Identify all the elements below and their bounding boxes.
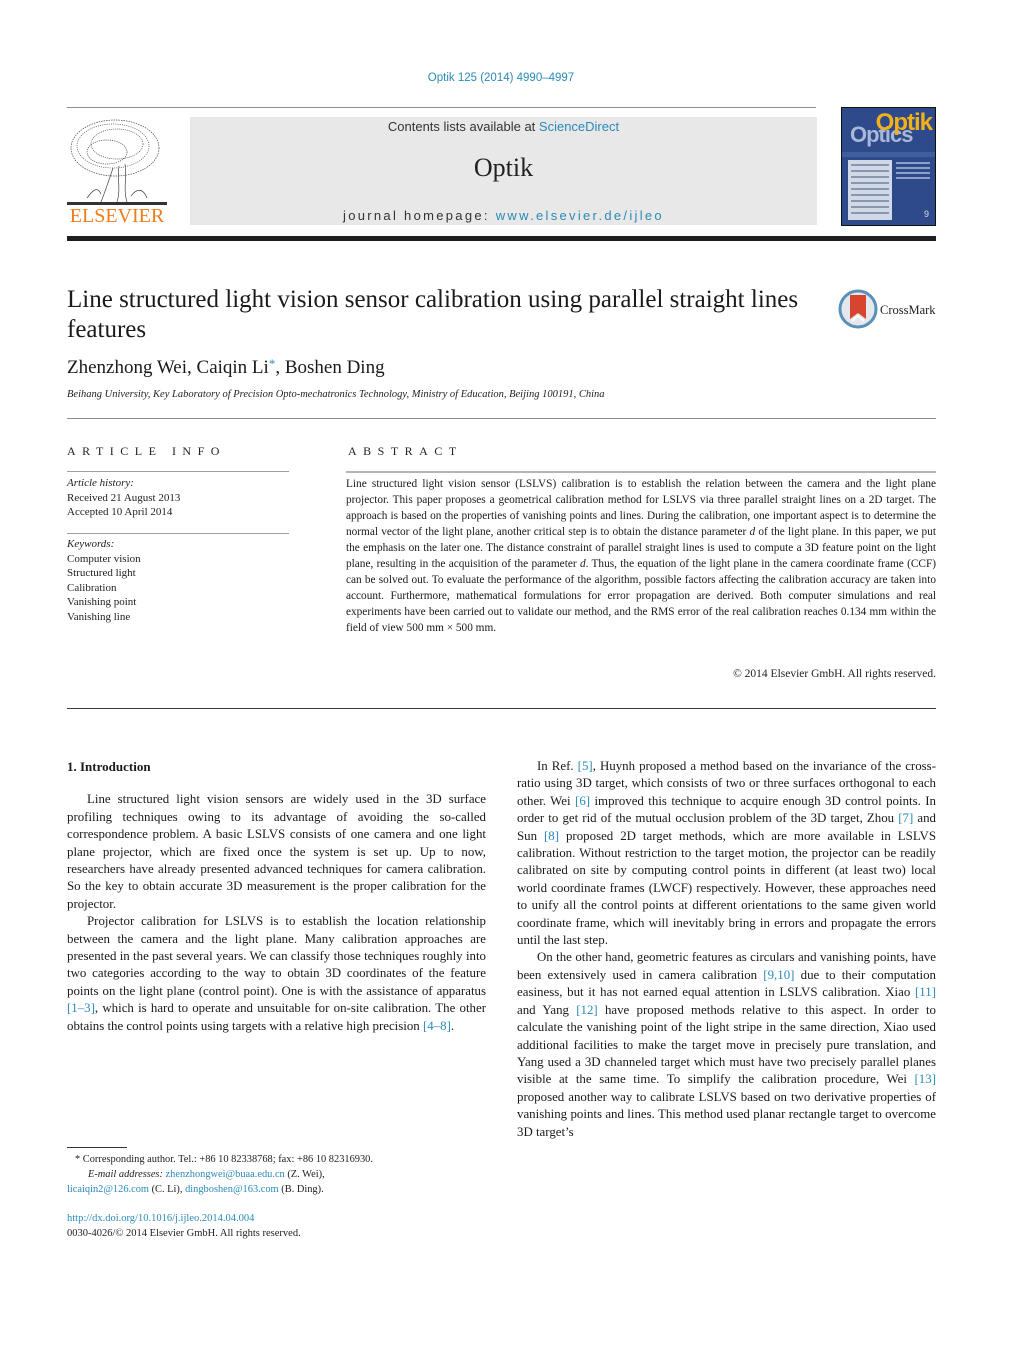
reference-link[interactable]: [1–3] (67, 1001, 95, 1015)
cover-issue: 9 (923, 209, 929, 219)
reference-link[interactable]: [7] (898, 811, 913, 825)
email-line: licaiqin2@126.com (C. Li), dingboshen@16… (67, 1182, 497, 1197)
text-run: Projector calibration for LSLVS is to es… (67, 914, 486, 998)
crossmark-badge[interactable]: CrossMark (838, 289, 943, 331)
cover-band (842, 152, 935, 157)
body-column-left: 1. Introduction Line structured light vi… (67, 758, 486, 1035)
email-link[interactable]: zhenzhongwei@buaa.edu.cn (166, 1169, 285, 1180)
history-label: Article history: (67, 477, 134, 489)
journal-header: Contents lists available at ScienceDirec… (190, 117, 817, 225)
contents-prefix: Contents lists available at (387, 119, 539, 134)
homepage-prefix: journal homepage: (343, 208, 496, 223)
abstract-copyright: © 2014 Elsevier GmbH. All rights reserve… (733, 668, 936, 680)
text-run: . (450, 1018, 455, 1033)
body-column-right: In Ref. [5], Huynh proposed a method bas… (517, 758, 936, 1141)
keyword: Vanishing point (67, 596, 137, 608)
elsevier-wordmark: ELSEVIER (69, 205, 165, 227)
homepage-line: journal homepage: www.elsevier.de/ijleo (190, 208, 817, 223)
reference-link[interactable]: [13] (915, 1072, 936, 1086)
reference-link[interactable]: [8] (544, 829, 559, 843)
reference-link[interactable]: [9,10] (763, 968, 794, 982)
body-paragraph: On the other hand, geometric features as… (517, 949, 936, 1140)
elsevier-tree-icon (67, 119, 167, 205)
keyword: Computer vision (67, 552, 141, 565)
divider (67, 533, 289, 534)
email-label: E-mail addresses: (88, 1169, 166, 1180)
keywords-label: Keywords: (67, 538, 115, 550)
journal-cover-image[interactable]: Optics Optik 9 (841, 107, 936, 226)
cover-side-text (896, 162, 930, 182)
author-name[interactable]: Zhenzhong Wei (67, 357, 187, 378)
issn-copyright: 0030-4026/© 2014 Elsevier GmbH. All righ… (67, 1228, 301, 1239)
body-paragraph: In Ref. [5], Huynh proposed a method bas… (517, 758, 936, 949)
text-run: Line structured light vision sensors are… (67, 792, 486, 911)
reference-link[interactable]: [11] (915, 985, 936, 999)
reference-link[interactable]: [4–8] (423, 1019, 451, 1033)
text-run: proposed another way to calibrate LSLVS … (517, 1089, 936, 1139)
crossmark-icon (838, 289, 878, 329)
journal-citation[interactable]: Optik 125 (2014) 4990–4997 (0, 72, 1002, 84)
abstract-heading: ABSTRACT (348, 444, 463, 458)
keywords-block: Keywords: Computer vision Structured lig… (67, 537, 289, 624)
corresponding-author-note: * Corresponding author. Tel.: +86 10 823… (75, 1154, 373, 1165)
doi-block: http://dx.doi.org/10.1016/j.ijleo.2014.0… (67, 1211, 301, 1241)
keyword: Calibration (67, 581, 117, 594)
divider (67, 708, 936, 709)
author-separator: , (275, 357, 285, 378)
divider (67, 418, 936, 419)
sciencedirect-link[interactable]: ScienceDirect (539, 119, 619, 134)
text-run: and Yang (517, 1002, 577, 1017)
email-link[interactable]: licaiqin2@126.com (67, 1184, 149, 1195)
top-divider (67, 107, 816, 108)
author-name[interactable]: Boshen Ding (285, 357, 385, 378)
journal-name: Optik (473, 153, 534, 182)
reference-link[interactable]: [12] (576, 1003, 597, 1017)
doi-link[interactable]: http://dx.doi.org/10.1016/j.ijleo.2014.0… (67, 1211, 301, 1226)
cover-contents-panel (848, 160, 892, 220)
email-link[interactable]: dingboshen@163.com (185, 1184, 279, 1195)
contents-line: Contents lists available at ScienceDirec… (190, 119, 817, 134)
body-paragraph: Line structured light vision sensors are… (67, 791, 486, 913)
affiliation: Beihang University, Key Laboratory of Pr… (67, 389, 605, 400)
email-line: E-mail addresses: zhenzhongwei@buaa.edu.… (67, 1167, 497, 1182)
footnote-divider (67, 1147, 127, 1148)
footnote: * Corresponding author. Tel.: +86 10 823… (67, 1152, 497, 1197)
reference-link[interactable]: [5] (578, 759, 593, 773)
article-history: Article history: Received 21 August 2013… (67, 476, 289, 520)
article-title: Line structured light vision sensor cali… (67, 286, 799, 343)
cover-title-optik: Optik (875, 109, 933, 136)
header-divider (67, 236, 936, 241)
email-owner: (B. Ding). (278, 1184, 324, 1195)
accepted-date: Accepted 10 April 2014 (67, 506, 173, 518)
divider (67, 471, 289, 472)
text-run: proposed 2D target methods, which are mo… (517, 828, 936, 948)
email-owner: (C. Li), (149, 1184, 186, 1195)
homepage-link[interactable]: www.elsevier.de/ijleo (496, 208, 664, 223)
crossmark-label: CrossMark (880, 303, 936, 317)
section-heading: 1. Introduction (67, 759, 151, 774)
email-owner: (Z. Wei), (284, 1169, 325, 1180)
text-run: In Ref. (537, 759, 578, 773)
body-paragraph: Projector calibration for LSLVS is to es… (67, 913, 486, 1035)
divider (346, 471, 936, 473)
abstract-paragraph: Line structured light vision sensor (LSL… (346, 476, 936, 636)
keyword: Vanishing line (67, 610, 131, 623)
keyword: Structured light (67, 567, 136, 579)
author-list: Zhenzhong Wei, Caiqin Li*, Boshen Ding (67, 356, 385, 379)
author-name[interactable]: Caiqin Li (197, 357, 269, 378)
abstract-text: Line structured light vision sensor (LSL… (346, 476, 936, 636)
reference-link[interactable]: [6] (575, 794, 590, 808)
elsevier-logo[interactable]: ELSEVIER (67, 116, 167, 228)
author-separator: , (187, 357, 197, 378)
received-date: Received 21 August 2013 (67, 491, 181, 504)
article-info-heading: ARTICLE INFO (67, 444, 226, 458)
